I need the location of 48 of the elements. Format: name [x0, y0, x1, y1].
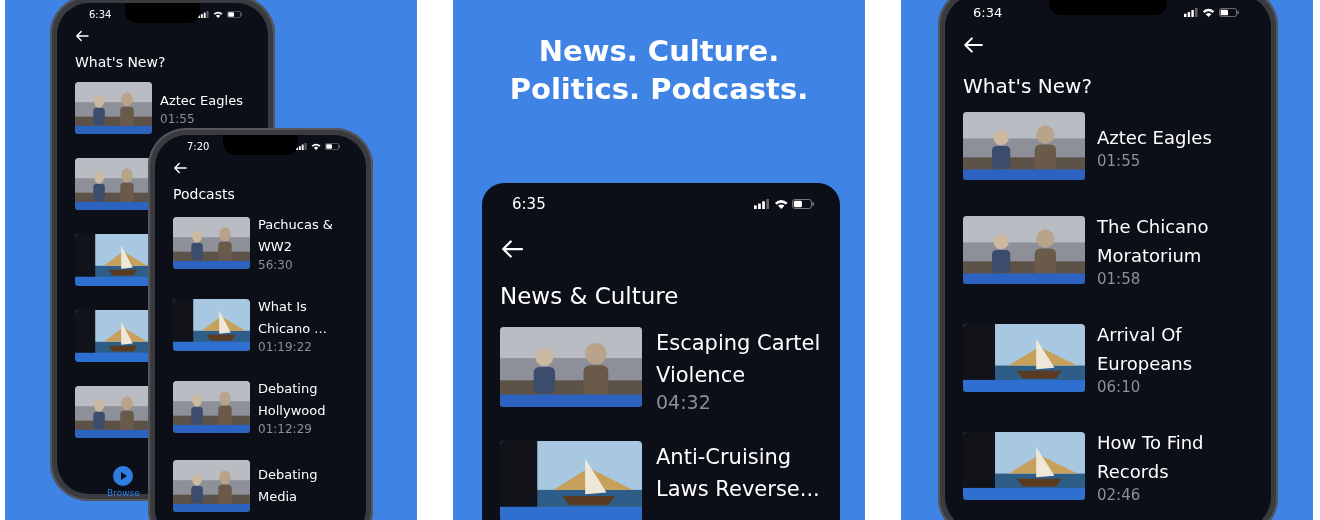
video-title[interactable]: Aztec Eagles	[1097, 122, 1239, 152]
wifi-icon	[1202, 8, 1216, 17]
signal-icon	[1184, 8, 1199, 17]
video-title[interactable]: What Is Chicano ...	[258, 296, 350, 340]
video-title[interactable]: Arrival Of Europeans	[1097, 320, 1239, 378]
signal-icon	[295, 143, 307, 150]
browse-tab[interactable]: Browse	[103, 462, 144, 502]
battery-icon	[324, 143, 340, 150]
status-time: 6:34	[973, 5, 1003, 20]
battery-icon	[1219, 8, 1239, 17]
wifi-icon	[212, 11, 223, 18]
video-title[interactable]: Aztec Eagles	[160, 90, 252, 112]
screen-title: What's New?	[75, 54, 167, 70]
video-title[interactable]: Pachucas & WW2	[258, 214, 350, 258]
video-duration: 01:55	[160, 112, 196, 126]
battery-icon	[792, 199, 814, 209]
video-title[interactable]: How To Find Records	[1097, 428, 1239, 486]
video-title[interactable]: The Chicano Moratorium	[1097, 212, 1239, 270]
video-duration: 01:19:22	[258, 340, 313, 354]
signal-icon	[197, 11, 209, 18]
video-duration: 06:10	[1097, 378, 1142, 396]
video-duration: 01:58	[1097, 270, 1142, 288]
video-title[interactable]: Debating Hollywood	[258, 378, 350, 422]
back-arrow-icon[interactable]	[75, 30, 89, 42]
headline-text: Politics. Podcasts.	[509, 71, 809, 108]
video-duration: 02:46	[1097, 486, 1142, 504]
status-time: 6:35	[512, 195, 546, 213]
screen-title: News & Culture	[500, 283, 680, 309]
battery-icon	[226, 11, 242, 18]
back-arrow-icon[interactable]	[963, 36, 983, 54]
video-title[interactable]: Anti-Cruising Laws Reverse...	[656, 441, 840, 505]
video-duration: 01:55	[1097, 151, 1142, 170]
video-title[interactable]: Debating Media	[258, 464, 350, 508]
screen-title: Podcasts	[173, 186, 236, 202]
video-title[interactable]: Escaping Cartel Violence	[656, 327, 840, 391]
video-duration: 56:30	[258, 258, 294, 272]
status-time: 6:34	[89, 9, 112, 20]
signal-icon	[754, 199, 770, 209]
video-duration: 04:32	[656, 391, 712, 413]
play-icon	[113, 466, 134, 486]
wifi-icon	[310, 143, 321, 150]
back-arrow-icon[interactable]	[500, 239, 524, 259]
video-duration: 01:12:29	[258, 422, 313, 436]
headline-text: News. Culture.	[538, 33, 780, 70]
wifi-icon	[773, 199, 789, 209]
back-arrow-icon[interactable]	[173, 162, 187, 174]
status-time: 7:20	[187, 141, 210, 152]
screen-title: What's New?	[963, 74, 1094, 98]
